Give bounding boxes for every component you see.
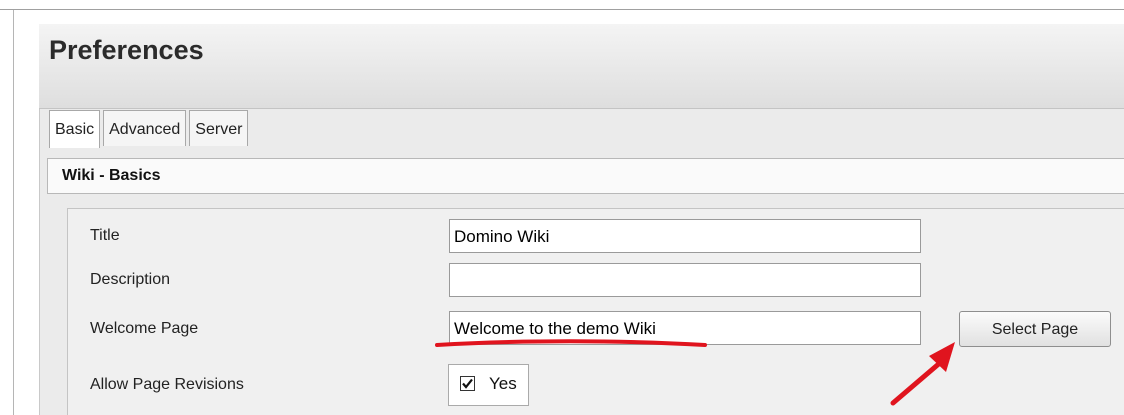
annotation-overlay xyxy=(435,339,955,406)
red-underline xyxy=(435,339,707,347)
